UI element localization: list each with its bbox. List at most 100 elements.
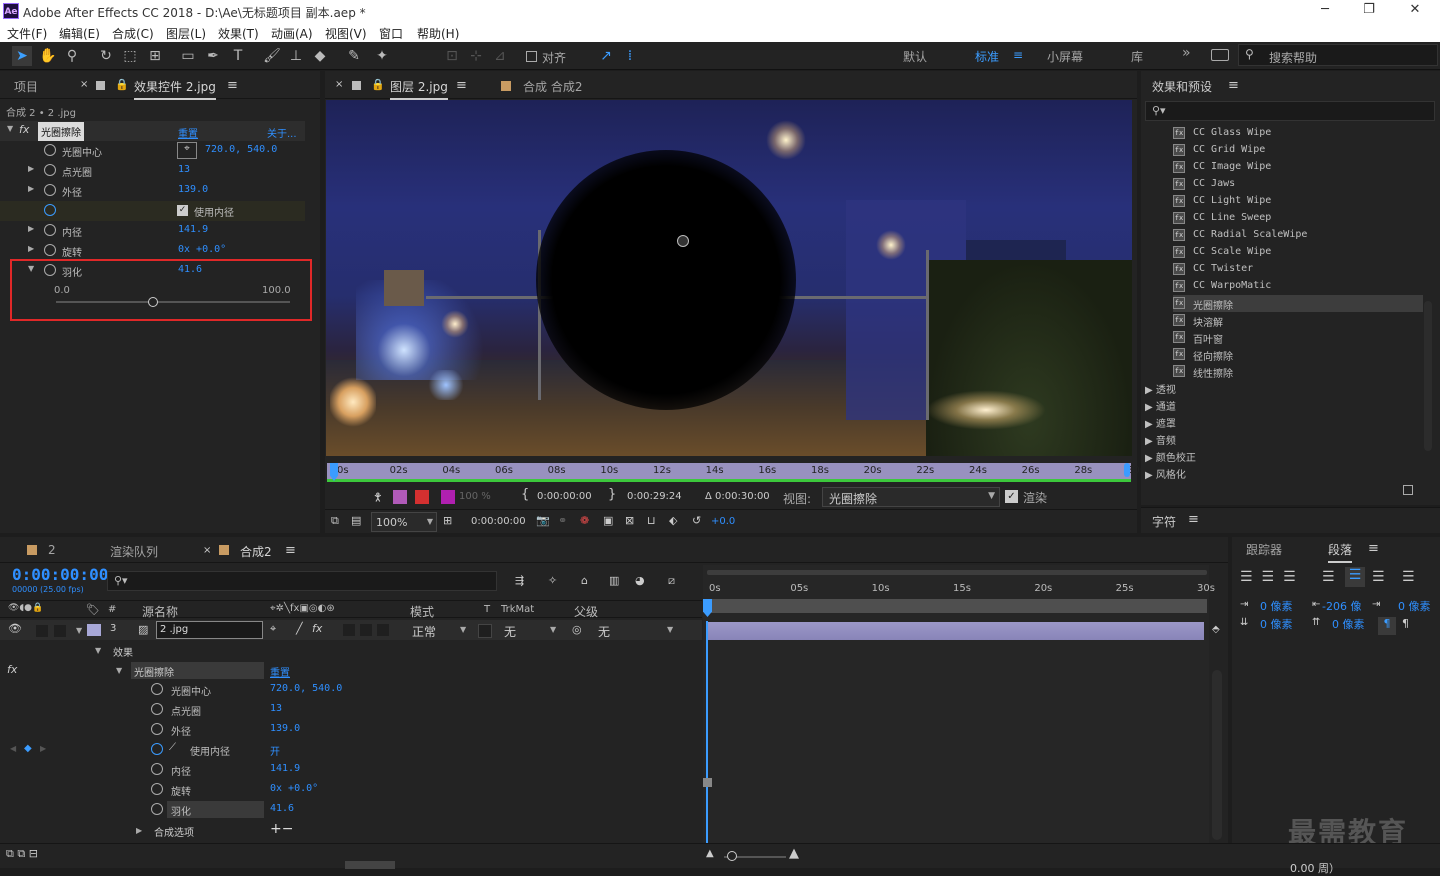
tab-render-queue[interactable]: 渲染队列 [110,543,158,560]
type-tool-icon[interactable]: T [228,46,248,66]
3d-view-icon[interactable]: ⊔ [647,514,656,527]
tl-prop-value[interactable]: 开 [270,743,280,758]
effect-list-item[interactable]: fx 线性擦除 [1173,363,1423,380]
layer-expand-icon[interactable]: ▼ [76,626,82,635]
timeline-cti-handle[interactable] [703,599,712,617]
indent-left-value[interactable]: 0 像素 [1260,598,1293,614]
tab-paragraph[interactable]: 段落 [1328,541,1353,563]
effect-prop-row[interactable]: ▶ 旋转 0x +0.0° [0,241,305,261]
show-snapshot-icon[interactable]: ⚭ [558,514,567,527]
prop-expand-icon[interactable]: ▶ [28,244,34,253]
effect-prop-row[interactable]: ✓ 使用内径 [0,201,305,221]
justify-right-icon[interactable]: ☰ [1372,569,1385,585]
selection-tool-icon[interactable]: ➤ [12,46,32,66]
eraser-tool-icon[interactable]: ◆ [310,46,330,66]
effect-list-item[interactable]: fx 径向擦除 [1173,346,1423,363]
pan-behind-tool-icon[interactable]: ⊞ [145,46,165,66]
menu-view[interactable]: 视图(V) [325,25,367,42]
exposure-value[interactable]: +0.0 [711,516,735,527]
out-point-time[interactable]: 0:00:29:24 [627,491,682,502]
restore-button[interactable]: ❐ [1354,2,1384,17]
tl-stopwatch-icon[interactable] [151,743,163,755]
point-control-icon[interactable]: ⌖ [177,142,197,159]
rtl-direction-icon[interactable]: ¶ [1378,617,1396,635]
tab-comp-2[interactable]: 2 [48,543,56,557]
in-point-time[interactable]: 0:00:00:00 [537,491,592,502]
character-menu-icon[interactable]: ≡ [1188,512,1199,527]
keyboard-icon[interactable] [1211,49,1229,61]
paragraph-menu-icon[interactable]: ≡ [1368,541,1379,556]
effect-list-item[interactable]: fx CC Jaws [1173,176,1423,193]
always-preview-icon[interactable]: ⧉ [331,514,339,528]
slider-track[interactable] [56,301,290,303]
fx-icon[interactable]: fx [19,123,29,136]
menu-animation[interactable]: 动画(A) [271,25,313,42]
comp-options-add-remove[interactable]: +− [270,821,293,837]
region-of-interest-icon[interactable]: ▣ [603,514,613,527]
stopwatch-icon[interactable] [44,224,56,236]
time-zoom-thumb[interactable] [727,851,737,861]
motion-path-icon[interactable] [393,490,407,504]
ruler-end-handle[interactable] [1124,463,1130,477]
layer-row[interactable]: 👁 ▼ 3 ▨ 2 .jpg ⌖ ╱ fx 正常 ▼ 无 ▼ ◎ 无 ▼ [0,620,702,640]
effect-category[interactable]: ▶ 遮罩 [1145,415,1176,430]
tl-reset-link[interactable]: 重置 [270,664,290,679]
shy-icon[interactable]: ⌂ [581,574,588,587]
pick-whip-icon[interactable]: ◎ [572,623,582,636]
tl-prop-row[interactable]: ◀ ◆ ▶ ⟋ 使用内径 开 [0,740,702,760]
tab-composition[interactable]: 合成 合成2 [523,78,582,95]
zoom-out-mountain-icon[interactable]: ▲ [706,848,714,859]
zoom-tool-icon[interactable]: ⚲ [62,46,82,66]
tl-stopwatch-icon[interactable] [151,803,163,815]
comp-button-icon[interactable]: ⬘ [1212,624,1220,635]
effect-list-item[interactable]: fx CC Grid Wipe [1173,142,1423,159]
timeline-scrollbar[interactable] [1212,670,1222,840]
workspace-default[interactable]: 默认 [903,48,927,65]
prop-value[interactable]: 0x +0.0° [178,244,226,255]
snapshot-icon[interactable]: 📷 [536,514,550,527]
view-axis-icon[interactable]: ⊿ [490,46,510,66]
effect-name[interactable]: 光圈擦除 [38,122,84,141]
effect-expand-icon[interactable]: ▼ [7,124,13,133]
tl-stopwatch-icon[interactable] [151,703,163,715]
footer-icons[interactable]: ⧉ ⧉ ⊟ [6,847,38,861]
tl-prop-value[interactable]: 139.0 [270,723,300,734]
effect-category[interactable]: ▶ 透视 [1145,381,1176,396]
draft-3d-icon[interactable]: ✧ [548,574,557,587]
rectangle-tool-icon[interactable]: ▭ [178,46,198,66]
effect-category[interactable]: ▶ 颜色校正 [1145,449,1196,464]
timeline-menu-icon[interactable]: ≡ [285,543,296,558]
onion-skin-icon[interactable] [415,490,429,504]
hand-tool-icon[interactable]: ✋ [38,46,58,66]
frame-blend-icon[interactable]: ▥ [609,574,619,587]
blend-mode-select[interactable]: 正常 [412,623,436,640]
tab-project[interactable]: 项目 [14,78,38,95]
snap-edge-icon[interactable]: ↗ [596,46,616,66]
pen-tool-icon[interactable]: ✒ [203,46,223,66]
effect-prop-row[interactable]: ▶ 点光圈 13 [0,161,305,181]
tl-prop-row[interactable]: 点光圈 13 [0,700,702,720]
visibility-eye-icon[interactable]: 👁 [8,622,22,635]
timeline-search-input[interactable]: ⚲▾ [107,571,497,591]
col-source-name[interactable]: 源名称 [142,603,178,620]
effect-prop-row[interactable]: ▶ 外径 139.0 [0,181,305,201]
shy-switch-icon[interactable]: ⌖ [270,622,276,636]
ltr-direction-icon[interactable]: ¶ [1402,617,1409,630]
effect-prop-row[interactable]: 光圈中心 ⌖ 720.0, 540.0 [0,141,305,161]
category-expand-icon[interactable]: ▶ [1145,436,1156,447]
zoom-select[interactable]: 100% ▼ [371,512,437,532]
indent-right-value[interactable]: 0 像素 [1398,598,1431,614]
tl-prop-value[interactable]: 141.9 [270,763,300,774]
comp-flowchart-icon[interactable]: ⇶ [515,574,524,587]
menu-effect[interactable]: 效果(T) [218,25,259,42]
fx-switch-icon[interactable]: fx [312,622,322,635]
effects-panel-menu-icon[interactable]: ≡ [1228,78,1239,93]
parent-select[interactable]: 无 [598,623,610,640]
tl-prop-row[interactable]: 光圈中心 720.0, 540.0 [0,680,702,700]
effect-list-item[interactable]: fx CC Line Sweep [1173,210,1423,227]
stopwatch-icon[interactable] [44,184,56,196]
align-left-group-icon[interactable]: ☰☰☰ [1240,569,1305,585]
prop-value[interactable]: 720.0, 540.0 [205,144,277,155]
effects-search-input[interactable]: ⚲▾ [1145,101,1435,121]
tl-prop-value[interactable]: 720.0, 540.0 [270,683,342,694]
